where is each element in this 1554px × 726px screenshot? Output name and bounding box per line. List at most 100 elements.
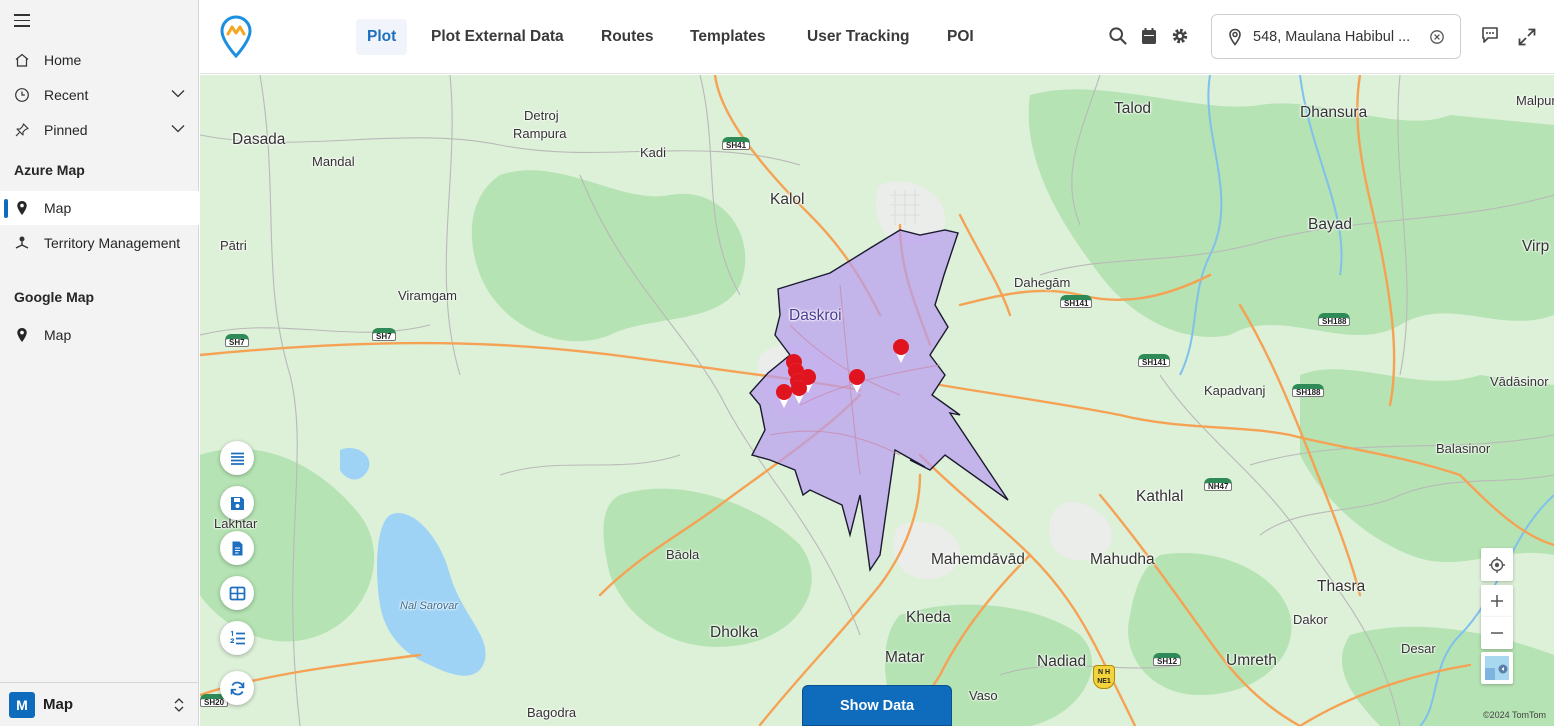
- clear-search-icon[interactable]: [1429, 29, 1445, 45]
- map-canvas[interactable]: Dasada Mandal Detroj Rampura Kadi Kalol …: [200, 75, 1554, 726]
- highway-shield: SH141: [1138, 354, 1171, 367]
- place-label: Mahudha: [1090, 551, 1155, 568]
- sidebar-item-home[interactable]: Home: [0, 43, 199, 77]
- tab-plot[interactable]: Plot: [356, 19, 408, 55]
- place-label: Daskroi: [789, 307, 842, 324]
- place-label: Rampura: [513, 126, 567, 141]
- zoom-in-button[interactable]: [1481, 585, 1513, 617]
- chat-icon[interactable]: [1480, 25, 1500, 45]
- sidebar-item-label: Pinned: [44, 122, 88, 138]
- location-marker[interactable]: [790, 379, 808, 405]
- place-label: Kadi: [640, 145, 667, 160]
- sidebar-item-label: Map: [44, 327, 72, 343]
- national-highway-shield: N H NE1: [1093, 665, 1115, 689]
- section-title-google-map: Google Map: [14, 289, 95, 305]
- app-logo-icon[interactable]: [218, 14, 254, 58]
- place-label: Kheda: [906, 609, 951, 626]
- minus-icon: [1491, 632, 1503, 634]
- chevron-down-icon[interactable]: [171, 124, 185, 133]
- tab-routes[interactable]: Routes: [590, 19, 665, 55]
- search-icon[interactable]: [1108, 26, 1128, 46]
- calendar-icon[interactable]: [1139, 26, 1159, 46]
- tab-poi[interactable]: POI: [936, 19, 985, 55]
- place-label: Dakor: [1293, 612, 1328, 627]
- map-style-button[interactable]: [1481, 652, 1513, 684]
- place-label: Kalol: [770, 191, 805, 208]
- numbered-list-button[interactable]: [220, 621, 254, 655]
- expand-icon[interactable]: [1517, 27, 1537, 47]
- map-marker-icon: [0, 200, 44, 216]
- highway-shield: SH188: [1292, 384, 1325, 397]
- place-label: Pātri: [220, 238, 247, 253]
- sidebar-item-pinned[interactable]: Pinned: [0, 113, 199, 147]
- sidebar: Home Recent Pinned Azure Map Map Territo…: [0, 0, 199, 726]
- location-search-box[interactable]: [1211, 14, 1461, 59]
- top-header: Plot Plot External Data Routes Templates…: [200, 0, 1554, 74]
- place-label: Desar: [1401, 641, 1436, 656]
- place-label: Virp: [1522, 238, 1550, 255]
- clock-icon: [0, 87, 44, 103]
- save-icon: [230, 496, 244, 510]
- location-search-input[interactable]: [1253, 28, 1421, 45]
- chevron-down-icon[interactable]: [171, 89, 185, 98]
- place-label: Dhansura: [1300, 104, 1368, 121]
- basemap: [200, 75, 1554, 726]
- tab-templates[interactable]: Templates: [679, 19, 777, 55]
- place-label: Vaso: [969, 688, 998, 703]
- show-data-button[interactable]: Show Data: [802, 685, 952, 726]
- sidebar-item-label: Home: [44, 52, 82, 68]
- place-label: Bayad: [1308, 216, 1352, 233]
- list-icon: [230, 452, 244, 465]
- pin-icon: [0, 122, 44, 138]
- place-label: Vādāsinor: [1490, 374, 1549, 389]
- document-button[interactable]: [220, 531, 254, 565]
- location-marker[interactable]: [848, 368, 866, 394]
- place-label: Mandal: [312, 154, 355, 169]
- refresh-button[interactable]: [220, 671, 254, 705]
- sidebar-item-recent[interactable]: Recent: [0, 78, 199, 112]
- map-style-thumbnail-icon: [1485, 656, 1509, 680]
- highway-shield: SH188: [1318, 313, 1351, 326]
- place-label: Dholka: [710, 624, 759, 641]
- place-label: Balasinor: [1436, 441, 1491, 456]
- app-badge: M: [9, 691, 35, 718]
- gear-icon[interactable]: [1170, 26, 1190, 46]
- layers-list-button[interactable]: [220, 441, 254, 475]
- sidebar-item-label: Map: [44, 200, 72, 216]
- tab-plot-external-data[interactable]: Plot External Data: [420, 19, 575, 55]
- highway-shield: SH12: [1153, 653, 1182, 666]
- place-label: Malpur: [1516, 93, 1554, 108]
- place-label: Talod: [1114, 100, 1152, 117]
- place-label: Matar: [885, 649, 925, 666]
- territory-icon: [0, 235, 44, 251]
- my-location-button[interactable]: [1481, 548, 1513, 581]
- app-switcher[interactable]: M Map: [0, 682, 199, 726]
- place-label: Thasra: [1317, 578, 1366, 595]
- tab-user-tracking[interactable]: User Tracking: [796, 19, 921, 55]
- crosshair-icon: [1489, 556, 1505, 573]
- numbered-list-icon: [229, 630, 245, 644]
- sidebar-item-territory-management[interactable]: Territory Management: [0, 226, 199, 260]
- highway-shield: SH7: [372, 328, 396, 341]
- location-marker[interactable]: [892, 338, 910, 364]
- place-label: Dahegām: [1014, 275, 1071, 290]
- national-highway-line: NE1: [1097, 678, 1111, 685]
- save-button[interactable]: [220, 486, 254, 520]
- refresh-icon: [230, 681, 244, 695]
- map-marker-icon: [0, 327, 44, 343]
- place-label: Mahemdāvād: [931, 551, 1025, 568]
- national-highway-line: N H: [1097, 669, 1111, 676]
- highway-shield: SH141: [1060, 295, 1093, 308]
- place-label: Dasada: [232, 131, 286, 148]
- sidebar-item-azure-map[interactable]: Map: [0, 191, 199, 225]
- sidebar-item-google-map[interactable]: Map: [0, 318, 199, 352]
- grid-view-button[interactable]: [220, 576, 254, 610]
- zoom-out-button[interactable]: [1481, 617, 1513, 649]
- sidebar-item-label: Recent: [44, 87, 89, 103]
- document-icon: [232, 541, 242, 555]
- hamburger-menu-icon[interactable]: [14, 14, 30, 28]
- home-icon: [0, 52, 44, 68]
- place-label: Kathlal: [1136, 488, 1184, 505]
- chevron-up-down-icon: [174, 698, 184, 712]
- place-label: Viramgam: [398, 288, 458, 303]
